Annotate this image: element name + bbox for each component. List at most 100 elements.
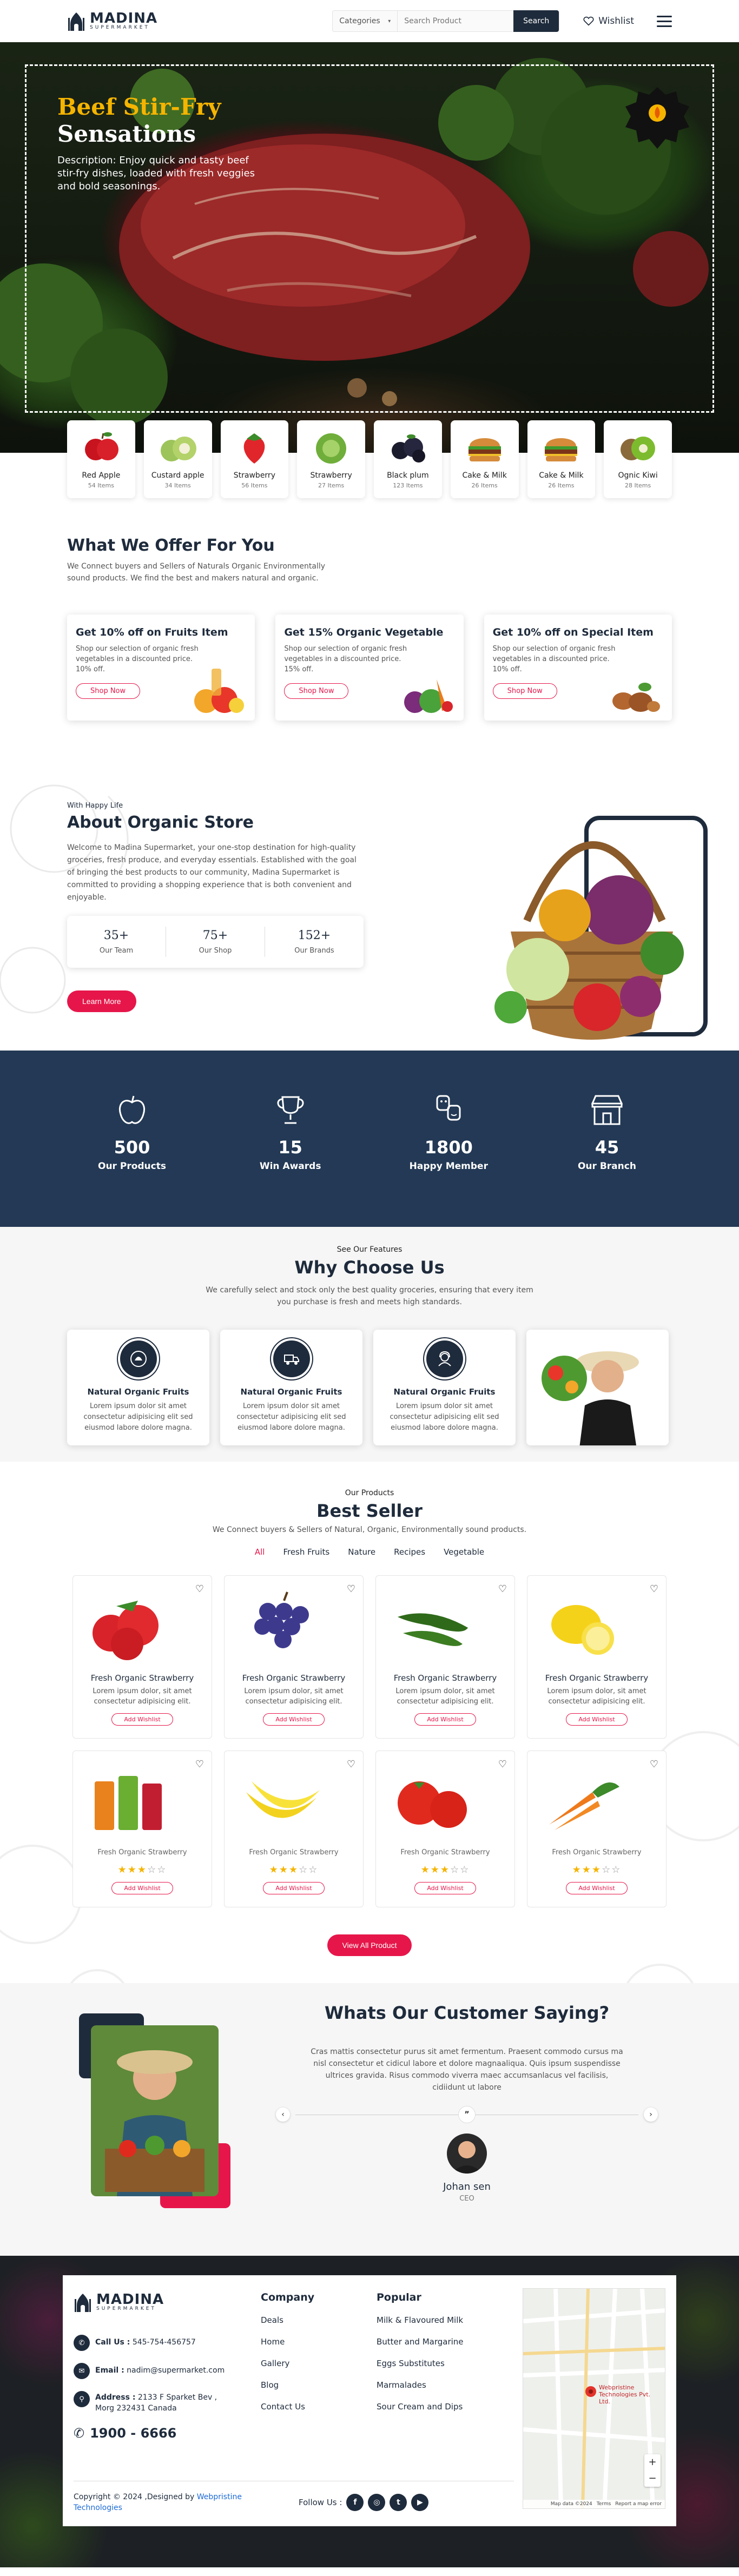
- footer-link-marmalades[interactable]: Marmalades: [377, 2380, 464, 2390]
- heart-icon[interactable]: ♡: [650, 1759, 658, 1770]
- add-wishlist-button[interactable]: Add Wishlist: [111, 1713, 173, 1726]
- map-place-label: Webpristine Technologies Pvt. Ltd.: [599, 2384, 651, 2405]
- filter-tab-recipes[interactable]: Recipes: [394, 1547, 425, 1557]
- footer-link-butter[interactable]: Butter and Margarine: [377, 2337, 464, 2347]
- feature-card: Natural Organic Fruits Lorem ipsum dolor…: [67, 1330, 209, 1445]
- footer-link-eggs[interactable]: Eggs Substitutes: [377, 2359, 464, 2368]
- map-report-link[interactable]: Report a map error: [615, 2501, 662, 2507]
- feature-title: Natural Organic Fruits: [240, 1387, 342, 1397]
- filter-tab-fresh-fruits[interactable]: Fresh Fruits: [283, 1547, 329, 1557]
- add-wishlist-button[interactable]: Add Wishlist: [414, 1882, 476, 1894]
- offer-title: What We Offer For You: [67, 536, 275, 555]
- category-card[interactable]: Strawberry 56 Items: [220, 420, 289, 498]
- category-card[interactable]: Black plum 123 Items: [374, 420, 442, 498]
- contact-phone: ✆ Call Us : 545-754-456757: [74, 2335, 247, 2351]
- filter-tab-vegetable[interactable]: Vegetable: [444, 1547, 484, 1557]
- hotline[interactable]: ✆ 1900 - 6666: [74, 2426, 247, 2441]
- menu-icon[interactable]: [657, 15, 672, 27]
- heart-icon[interactable]: ♡: [347, 1583, 355, 1595]
- youtube-icon[interactable]: ▶: [411, 2494, 429, 2511]
- product-card[interactable]: ♡ Fresh Organic Strawberry ★★★☆☆ Add Wis…: [527, 1751, 667, 1907]
- category-card[interactable]: Custard apple 34 Items: [143, 420, 212, 498]
- facebook-icon[interactable]: f: [346, 2494, 364, 2511]
- category-card[interactable]: Cake & Milk 26 Items: [527, 420, 596, 498]
- best-subtitle: We Connect buyers & Sellers of Natural, …: [212, 1525, 527, 1534]
- footer-link-home[interactable]: Home: [261, 2337, 314, 2347]
- counters-section: 500 Our Products 15 Win Awards 1800 Happ…: [0, 1051, 739, 1227]
- zoom-in-icon[interactable]: +: [644, 2454, 661, 2471]
- view-all-product-button[interactable]: View All Product: [327, 1934, 412, 1956]
- product-card[interactable]: ♡ Fresh Organic Strawberry Lorem ipsum d…: [72, 1575, 212, 1739]
- heart-icon[interactable]: ♡: [195, 1759, 204, 1770]
- filter-tab-all[interactable]: All: [255, 1547, 265, 1557]
- map-terms-link[interactable]: Terms: [597, 2501, 611, 2507]
- shop-now-button[interactable]: Shop Now: [76, 683, 141, 699]
- call-value[interactable]: 545-754-456757: [133, 2338, 196, 2347]
- site-logo[interactable]: MADINA SUPERMARKET: [67, 10, 157, 32]
- vegetables-icon: [404, 679, 453, 713]
- category-card[interactable]: Red Apple 54 Items: [67, 420, 135, 498]
- stat-item: 75+ Our Shop: [166, 927, 265, 957]
- twitter-icon[interactable]: t: [390, 2494, 407, 2511]
- category-count: 26 Items: [548, 482, 575, 489]
- contact-email: ✉ Email : nadim@supermarket.com: [74, 2363, 247, 2379]
- heart-icon[interactable]: ♡: [650, 1583, 658, 1595]
- map-attribution: Map data ©2024 Terms Report a map error: [523, 2500, 665, 2508]
- category-card[interactable]: Strawberry 27 Items: [297, 420, 365, 498]
- category-name: Cake & Milk: [539, 471, 584, 480]
- footer-card: MADINA SUPERMARKET ✆ Call Us : 545-754-4…: [63, 2275, 676, 2526]
- search-input[interactable]: [398, 17, 514, 25]
- category-select[interactable]: Categories ▾: [333, 11, 398, 31]
- counter-item: 500 Our Products: [67, 1093, 197, 1172]
- mosque-logo-icon: [68, 12, 84, 31]
- add-wishlist-button[interactable]: Add Wishlist: [111, 1882, 173, 1894]
- footer-link-sour-cream[interactable]: Sour Cream and Dips: [377, 2402, 464, 2412]
- footer-link-contact[interactable]: Contact Us: [261, 2402, 314, 2412]
- chevron-left-icon[interactable]: ‹: [276, 2108, 290, 2122]
- location-map[interactable]: Webpristine Technologies Pvt. Ltd. + − M…: [523, 2288, 665, 2509]
- email-label: Email :: [95, 2366, 124, 2375]
- add-wishlist-button[interactable]: Add Wishlist: [566, 1713, 628, 1726]
- feature-card: Natural Organic Fruits Lorem ipsum dolor…: [373, 1330, 516, 1445]
- heart-icon[interactable]: ♡: [195, 1583, 204, 1595]
- footer-link-deals[interactable]: Deals: [261, 2315, 314, 2325]
- shop-now-button[interactable]: Shop Now: [284, 683, 349, 699]
- add-wishlist-button[interactable]: Add Wishlist: [414, 1713, 476, 1726]
- add-wishlist-button[interactable]: Add Wishlist: [566, 1882, 628, 1894]
- category-name: Cake & Milk: [462, 471, 507, 480]
- offer-section: What We Offer For You We Connect buyers …: [0, 498, 739, 721]
- heart-icon[interactable]: ♡: [498, 1759, 507, 1770]
- learn-more-button[interactable]: Learn More: [67, 990, 136, 1012]
- footer-link-gallery[interactable]: Gallery: [261, 2359, 314, 2368]
- tomatoes-image: [398, 1781, 467, 1828]
- category-name: Black plum: [387, 471, 429, 480]
- best-seller-section: Our Products Best Seller We Connect buye…: [0, 1462, 739, 2042]
- product-card[interactable]: ♡ Fresh Organic Strawberry ★★★☆☆ Add Wis…: [375, 1751, 515, 1907]
- wishlist-link[interactable]: Wishlist: [583, 16, 634, 27]
- filter-tab-nature[interactable]: Nature: [348, 1547, 375, 1557]
- footer-link-milk[interactable]: Milk & Flavoured Milk: [377, 2315, 464, 2325]
- add-wishlist-button[interactable]: Add Wishlist: [263, 1713, 325, 1726]
- heart-icon[interactable]: ♡: [347, 1759, 355, 1770]
- heart-icon[interactable]: ♡: [498, 1583, 507, 1595]
- product-card[interactable]: ♡ Fresh Organic Strawberry ★★★☆☆ Add Wis…: [224, 1751, 364, 1907]
- product-card[interactable]: ♡ Fresh Organic Strawberry Lorem ipsum d…: [527, 1575, 667, 1739]
- email-value[interactable]: nadim@supermarket.com: [127, 2366, 225, 2375]
- product-card[interactable]: ♡ Fresh Organic Strawberry Lorem ipsum d…: [375, 1575, 515, 1739]
- instagram-icon[interactable]: ◎: [368, 2494, 386, 2511]
- category-card[interactable]: Cake & Milk 26 Items: [450, 420, 519, 498]
- product-card[interactable]: ♡ Fresh Organic Strawberry ★★★☆☆ Add Wis…: [72, 1751, 212, 1907]
- footer-link-blog[interactable]: Blog: [261, 2380, 314, 2390]
- chevron-right-icon[interactable]: ›: [644, 2108, 658, 2122]
- shop-now-button[interactable]: Shop Now: [492, 683, 557, 699]
- strawberries-image: [93, 1601, 159, 1660]
- product-card[interactable]: ♡ Fresh Organic Strawberry Lorem ipsum d…: [224, 1575, 364, 1739]
- category-card[interactable]: Ognic Kiwi 28 Items: [604, 420, 672, 498]
- product-name: Fresh Organic Strawberry: [97, 1848, 187, 1857]
- footer-logo[interactable]: MADINA SUPERMARKET: [74, 2291, 164, 2313]
- add-wishlist-button[interactable]: Add Wishlist: [263, 1882, 325, 1894]
- logo-name: MADINA: [96, 2291, 164, 2308]
- search-button[interactable]: Search: [513, 10, 559, 32]
- about-stats: 35+ Our Team 75+ Our Shop 152+ Our Brand…: [67, 916, 364, 968]
- zoom-out-icon[interactable]: −: [644, 2471, 661, 2487]
